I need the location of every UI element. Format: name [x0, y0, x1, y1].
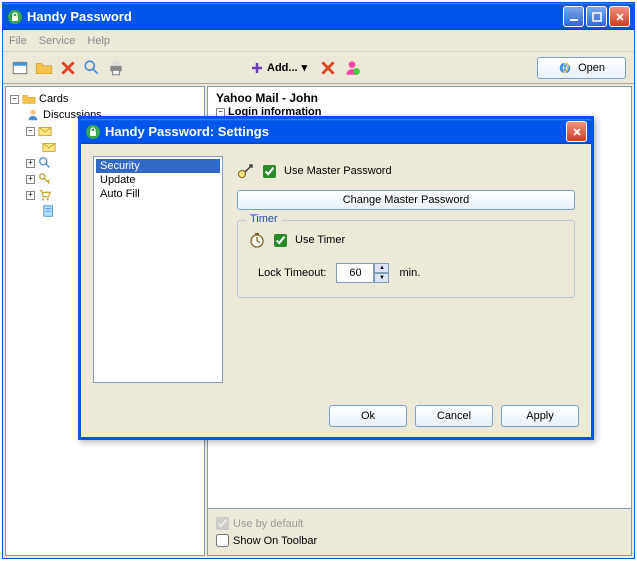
use-master-label: Use Master Password	[284, 165, 392, 177]
tree-root[interactable]: − Cards	[10, 91, 200, 107]
dialog-titlebar[interactable]: Handy Password: Settings	[81, 119, 591, 144]
timer-fieldset: Timer Use Timer Lock Timeout:	[237, 220, 575, 298]
expand-icon[interactable]: +	[26, 175, 35, 184]
show-toolbar-checkbox[interactable]	[216, 534, 229, 547]
use-default-checkbox	[216, 517, 229, 530]
show-toolbar-label: Show On Toolbar	[233, 535, 317, 547]
spin-up-button[interactable]: ▲	[374, 263, 389, 273]
open-folder-icon[interactable]	[35, 59, 53, 77]
user-icon[interactable]	[343, 59, 361, 77]
collapse-icon[interactable]: −	[10, 95, 19, 104]
timer-legend: Timer	[246, 213, 282, 225]
delete-icon[interactable]	[59, 59, 77, 77]
dropdown-arrow-icon: ▾	[302, 61, 308, 74]
search-icon[interactable]	[83, 59, 101, 77]
ok-button[interactable]: Ok	[329, 405, 407, 427]
category-security[interactable]: Security	[96, 159, 220, 173]
category-autofill[interactable]: Auto Fill	[96, 187, 220, 201]
lock-timeout-label: Lock Timeout:	[258, 267, 326, 279]
settings-pane: Use Master Password Change Master Passwo…	[233, 156, 579, 383]
menu-service[interactable]: Service	[39, 35, 76, 47]
app-icon	[85, 124, 101, 140]
expand-icon[interactable]: +	[26, 159, 35, 168]
tree-root-label: Cards	[39, 93, 68, 105]
expand-icon[interactable]: +	[26, 191, 35, 200]
key-icon	[237, 162, 255, 180]
use-master-checkbox[interactable]	[263, 165, 276, 178]
change-master-label: Change Master Password	[343, 194, 470, 206]
change-master-button[interactable]: Change Master Password	[237, 190, 575, 210]
plus-icon	[251, 62, 263, 74]
menu-help[interactable]: Help	[87, 35, 110, 47]
cart-icon	[38, 188, 52, 202]
settings-dialog: Handy Password: Settings Security Update…	[78, 116, 594, 440]
new-card-icon[interactable]	[11, 59, 29, 77]
add-button[interactable]: Add... ▾	[245, 59, 313, 76]
ie-icon	[558, 61, 572, 75]
delete-icon-2[interactable]	[319, 59, 337, 77]
note-icon	[42, 204, 56, 218]
search-icon	[38, 156, 52, 170]
folder-icon	[22, 92, 36, 106]
show-toolbar-row[interactable]: Show On Toolbar	[216, 532, 623, 549]
collapse-icon[interactable]: −	[26, 127, 35, 136]
person-icon	[26, 108, 40, 122]
bottom-panel: Use by default Show On Toolbar	[207, 509, 632, 556]
use-timer-label: Use Timer	[295, 234, 345, 246]
timeout-unit: min.	[399, 267, 420, 279]
apply-button[interactable]: Apply	[501, 405, 579, 427]
open-button[interactable]: Open	[537, 57, 626, 79]
open-label: Open	[578, 62, 605, 74]
minimize-button[interactable]	[563, 6, 584, 27]
toolbar: Add... ▾ Open	[3, 52, 634, 84]
menu-file[interactable]: File	[9, 35, 27, 47]
key-icon	[38, 172, 52, 186]
timeout-input[interactable]	[336, 263, 374, 283]
dialog-close-button[interactable]	[566, 121, 587, 142]
app-icon	[7, 9, 23, 25]
close-button[interactable]	[609, 6, 630, 27]
category-list: Security Update Auto Fill	[93, 156, 223, 383]
maximize-button[interactable]	[586, 6, 607, 27]
print-icon[interactable]	[107, 59, 125, 77]
spin-down-button[interactable]: ▼	[374, 273, 389, 283]
card-title: Yahoo Mail - John	[216, 91, 623, 105]
mail-icon	[42, 140, 56, 154]
cancel-button[interactable]: Cancel	[415, 405, 493, 427]
add-label: Add...	[267, 62, 298, 74]
dialog-title: Handy Password: Settings	[105, 124, 566, 139]
use-default-label: Use by default	[233, 518, 303, 530]
timer-icon	[248, 231, 266, 249]
use-timer-checkbox[interactable]	[274, 234, 287, 247]
timeout-spinner[interactable]: ▲ ▼	[336, 263, 389, 283]
category-update[interactable]: Update	[96, 173, 220, 187]
main-titlebar[interactable]: Handy Password	[3, 3, 634, 30]
use-default-row: Use by default	[216, 515, 623, 532]
mail-icon	[38, 124, 52, 138]
menubar: File Service Help	[3, 30, 634, 52]
window-title: Handy Password	[27, 9, 563, 24]
